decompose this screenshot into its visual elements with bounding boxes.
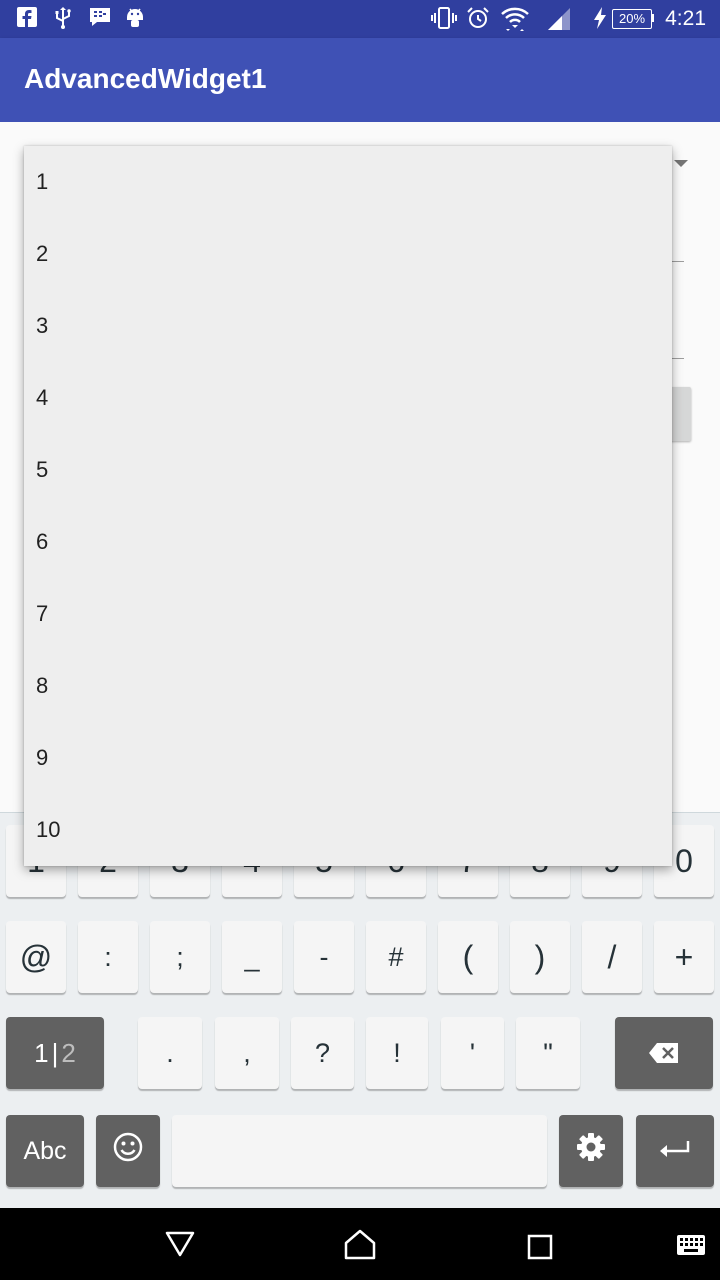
signal-icon — [546, 6, 572, 34]
app-bar: AdvancedWidget1 — [0, 38, 720, 122]
page-switch-key[interactable]: 1 | 2 — [6, 1017, 104, 1089]
key-apostrophe[interactable]: ' — [441, 1017, 504, 1089]
dropdown-item[interactable]: 8 — [24, 650, 672, 722]
backspace-key[interactable] — [615, 1017, 713, 1089]
key-hash[interactable]: # — [366, 921, 426, 993]
spinner-dropdown-list: 1 2 3 4 5 6 7 8 9 10 — [24, 146, 672, 866]
battery-nub — [651, 14, 654, 22]
key-exclamation[interactable]: ! — [366, 1017, 428, 1089]
key-plus[interactable]: + — [654, 921, 714, 993]
abc-key[interactable]: Abc — [6, 1115, 84, 1187]
dropdown-item[interactable]: 5 — [24, 434, 672, 506]
wifi-icon — [500, 6, 530, 36]
alarm-icon — [466, 6, 490, 34]
space-key[interactable] — [172, 1115, 547, 1187]
dropdown-item[interactable]: 9 — [24, 722, 672, 794]
gear-icon — [575, 1131, 607, 1171]
dropdown-item[interactable]: 6 — [24, 506, 672, 578]
key-dash[interactable]: - — [294, 921, 354, 993]
spinner-dropdown-arrow-icon[interactable] — [674, 160, 688, 167]
dropdown-item[interactable]: 3 — [24, 290, 672, 362]
keyboard: 1 2 3 4 5 6 7 8 9 0 @ : ; _ - # ( ) / + … — [0, 812, 720, 1209]
recent-apps-icon[interactable] — [527, 1234, 553, 1264]
key-underscore[interactable]: _ — [222, 921, 282, 993]
keyboard-switch-icon[interactable] — [676, 1234, 706, 1260]
key-quote[interactable]: " — [516, 1017, 580, 1089]
dropdown-item[interactable]: 1 — [24, 146, 672, 218]
battery-level: 20% — [612, 9, 652, 29]
dropdown-item[interactable]: 7 — [24, 578, 672, 650]
key-semicolon[interactable]: ; — [150, 921, 210, 993]
page-switch-main: 1 — [34, 1037, 49, 1068]
key-period[interactable]: . — [138, 1017, 202, 1089]
enter-arrow-icon — [658, 1133, 692, 1170]
usb-icon — [52, 6, 74, 34]
enter-key[interactable] — [636, 1115, 714, 1187]
key-at[interactable]: @ — [6, 921, 66, 993]
vibrate-icon — [430, 6, 458, 34]
back-icon[interactable] — [164, 1230, 196, 1262]
clock-time: 4:21 — [665, 7, 706, 30]
key-open-paren[interactable]: ( — [438, 921, 498, 993]
page-switch-alt: 2 — [61, 1037, 76, 1068]
dropdown-item[interactable]: 2 — [24, 218, 672, 290]
key-comma[interactable]: , — [215, 1017, 279, 1089]
key-slash[interactable]: / — [582, 921, 642, 993]
app-title: AdvancedWidget1 — [24, 63, 267, 94]
android-icon — [124, 6, 146, 34]
home-icon[interactable] — [343, 1228, 377, 1264]
charging-icon — [592, 6, 608, 34]
settings-key[interactable] — [559, 1115, 623, 1187]
dropdown-item[interactable]: 10 — [24, 794, 672, 866]
facebook-icon — [16, 6, 38, 32]
dropdown-item[interactable]: 4 — [24, 362, 672, 434]
key-colon[interactable]: : — [78, 921, 138, 993]
status-bar: 20% 4:21 — [0, 0, 720, 38]
key-question[interactable]: ? — [291, 1017, 354, 1089]
smiley-icon — [112, 1131, 144, 1171]
backspace-icon — [648, 1035, 680, 1072]
navigation-bar — [0, 1208, 720, 1280]
page-switch-separator: | — [51, 1037, 59, 1068]
bbm-icon — [88, 6, 112, 32]
key-close-paren[interactable]: ) — [510, 921, 570, 993]
emoji-key[interactable] — [96, 1115, 160, 1187]
